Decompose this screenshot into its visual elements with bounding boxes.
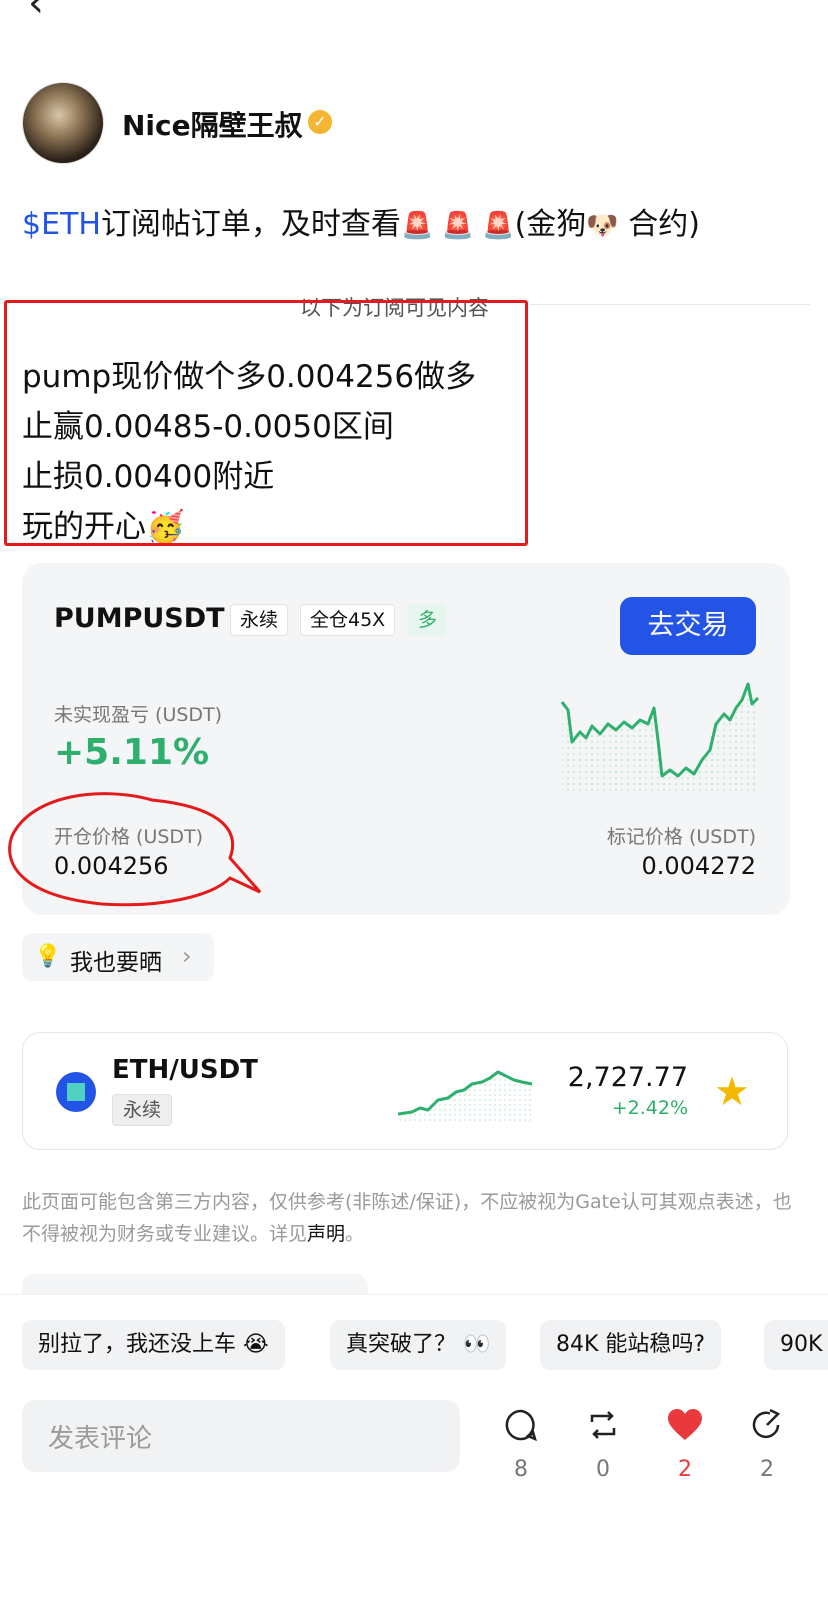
heart-icon — [660, 1408, 710, 1449]
share-icon — [742, 1408, 792, 1449]
post-title-suffix-2: 合约) — [618, 207, 700, 242]
siren-emojis: 🚨 🚨 🚨 — [400, 211, 515, 241]
position-sparkline — [560, 682, 760, 795]
like-action[interactable]: 2 — [660, 1408, 710, 1482]
subscription-divider — [530, 304, 810, 305]
ticker-price: 2,727.77 — [567, 1062, 688, 1093]
gate-coin-icon — [56, 1072, 96, 1112]
favorite-star-icon[interactable]: ★ — [714, 1072, 750, 1112]
lightbulb-icon: 💡 — [34, 944, 62, 969]
back-icon[interactable]: ‹ — [28, 0, 44, 26]
chevron-right-icon: › — [182, 942, 192, 970]
quick-reply-chip[interactable]: 84K 能站稳吗? — [540, 1320, 722, 1370]
annotation-box — [4, 300, 528, 546]
share-count: 2 — [760, 1457, 774, 1482]
ticker-change: +2.42% — [611, 1097, 688, 1119]
position-symbol: PUMPUSDT — [54, 603, 225, 634]
quick-reply-chip[interactable]: 90K — [764, 1320, 828, 1370]
trade-button[interactable]: 去交易 — [620, 597, 756, 655]
like-count: 2 — [678, 1457, 692, 1482]
comment-placeholder: 发表评论 — [48, 1424, 153, 1454]
disclaimer: 此页面可能包含第三方内容，仅供参考(非陈述/保证)，不应被视为Gate认可其观点… — [22, 1186, 808, 1250]
disclaimer-text: 此页面可能包含第三方内容，仅供参考(非陈述/保证)，不应被视为Gate认可其观点… — [22, 1191, 792, 1245]
ticker-tag: 永续 — [112, 1094, 173, 1126]
tag-leverage: 全仓45X — [300, 604, 396, 636]
post-title-text: 订阅帖订单，及时查看 — [100, 207, 401, 242]
share-position-label: 我也要晒 — [70, 950, 162, 976]
author-name[interactable]: Nice隔壁王叔 — [122, 104, 303, 144]
tag-long: 多 — [408, 604, 448, 636]
eth-hashtag-link[interactable]: $ETH — [22, 207, 101, 242]
repost-icon — [578, 1408, 628, 1449]
comment-count: 8 — [514, 1457, 528, 1482]
post-title-suffix-1: (金狗 — [514, 207, 587, 242]
mark-price-value: 0.004272 — [641, 852, 756, 880]
pnl-label: 未实现盈亏 (USDT) — [54, 704, 223, 726]
pnl-value: +5.11% — [54, 732, 210, 773]
disclaimer-end: 。 — [345, 1223, 365, 1245]
author-avatar[interactable] — [22, 82, 104, 164]
share-action[interactable]: 2 — [742, 1408, 792, 1482]
ticker-symbol: ETH/USDT — [112, 1055, 258, 1085]
post-title: $ETH订阅帖订单，及时查看🚨 🚨 🚨(金狗🐶 合约) — [22, 205, 700, 246]
comment-icon — [496, 1408, 546, 1449]
mark-price-label: 标记价格 (USDT) — [606, 826, 756, 848]
dog-emoji: 🐶 — [586, 211, 619, 241]
verified-badge-icon: ✓ — [308, 110, 332, 134]
ticker-sparkline — [398, 1070, 533, 1122]
annotation-circle — [8, 792, 262, 907]
quick-reply-chip[interactable]: 真突破了？ 👀 — [330, 1320, 507, 1370]
comment-action[interactable]: 8 — [496, 1408, 546, 1482]
repost-action[interactable]: 0 — [578, 1408, 628, 1482]
tag-perpetual: 永续 — [230, 604, 289, 636]
repost-count: 0 — [596, 1457, 610, 1482]
quick-reply-chip[interactable]: 别拉了，我还没上车 😭 — [22, 1320, 285, 1370]
disclaimer-link[interactable]: 声明 — [307, 1223, 345, 1245]
